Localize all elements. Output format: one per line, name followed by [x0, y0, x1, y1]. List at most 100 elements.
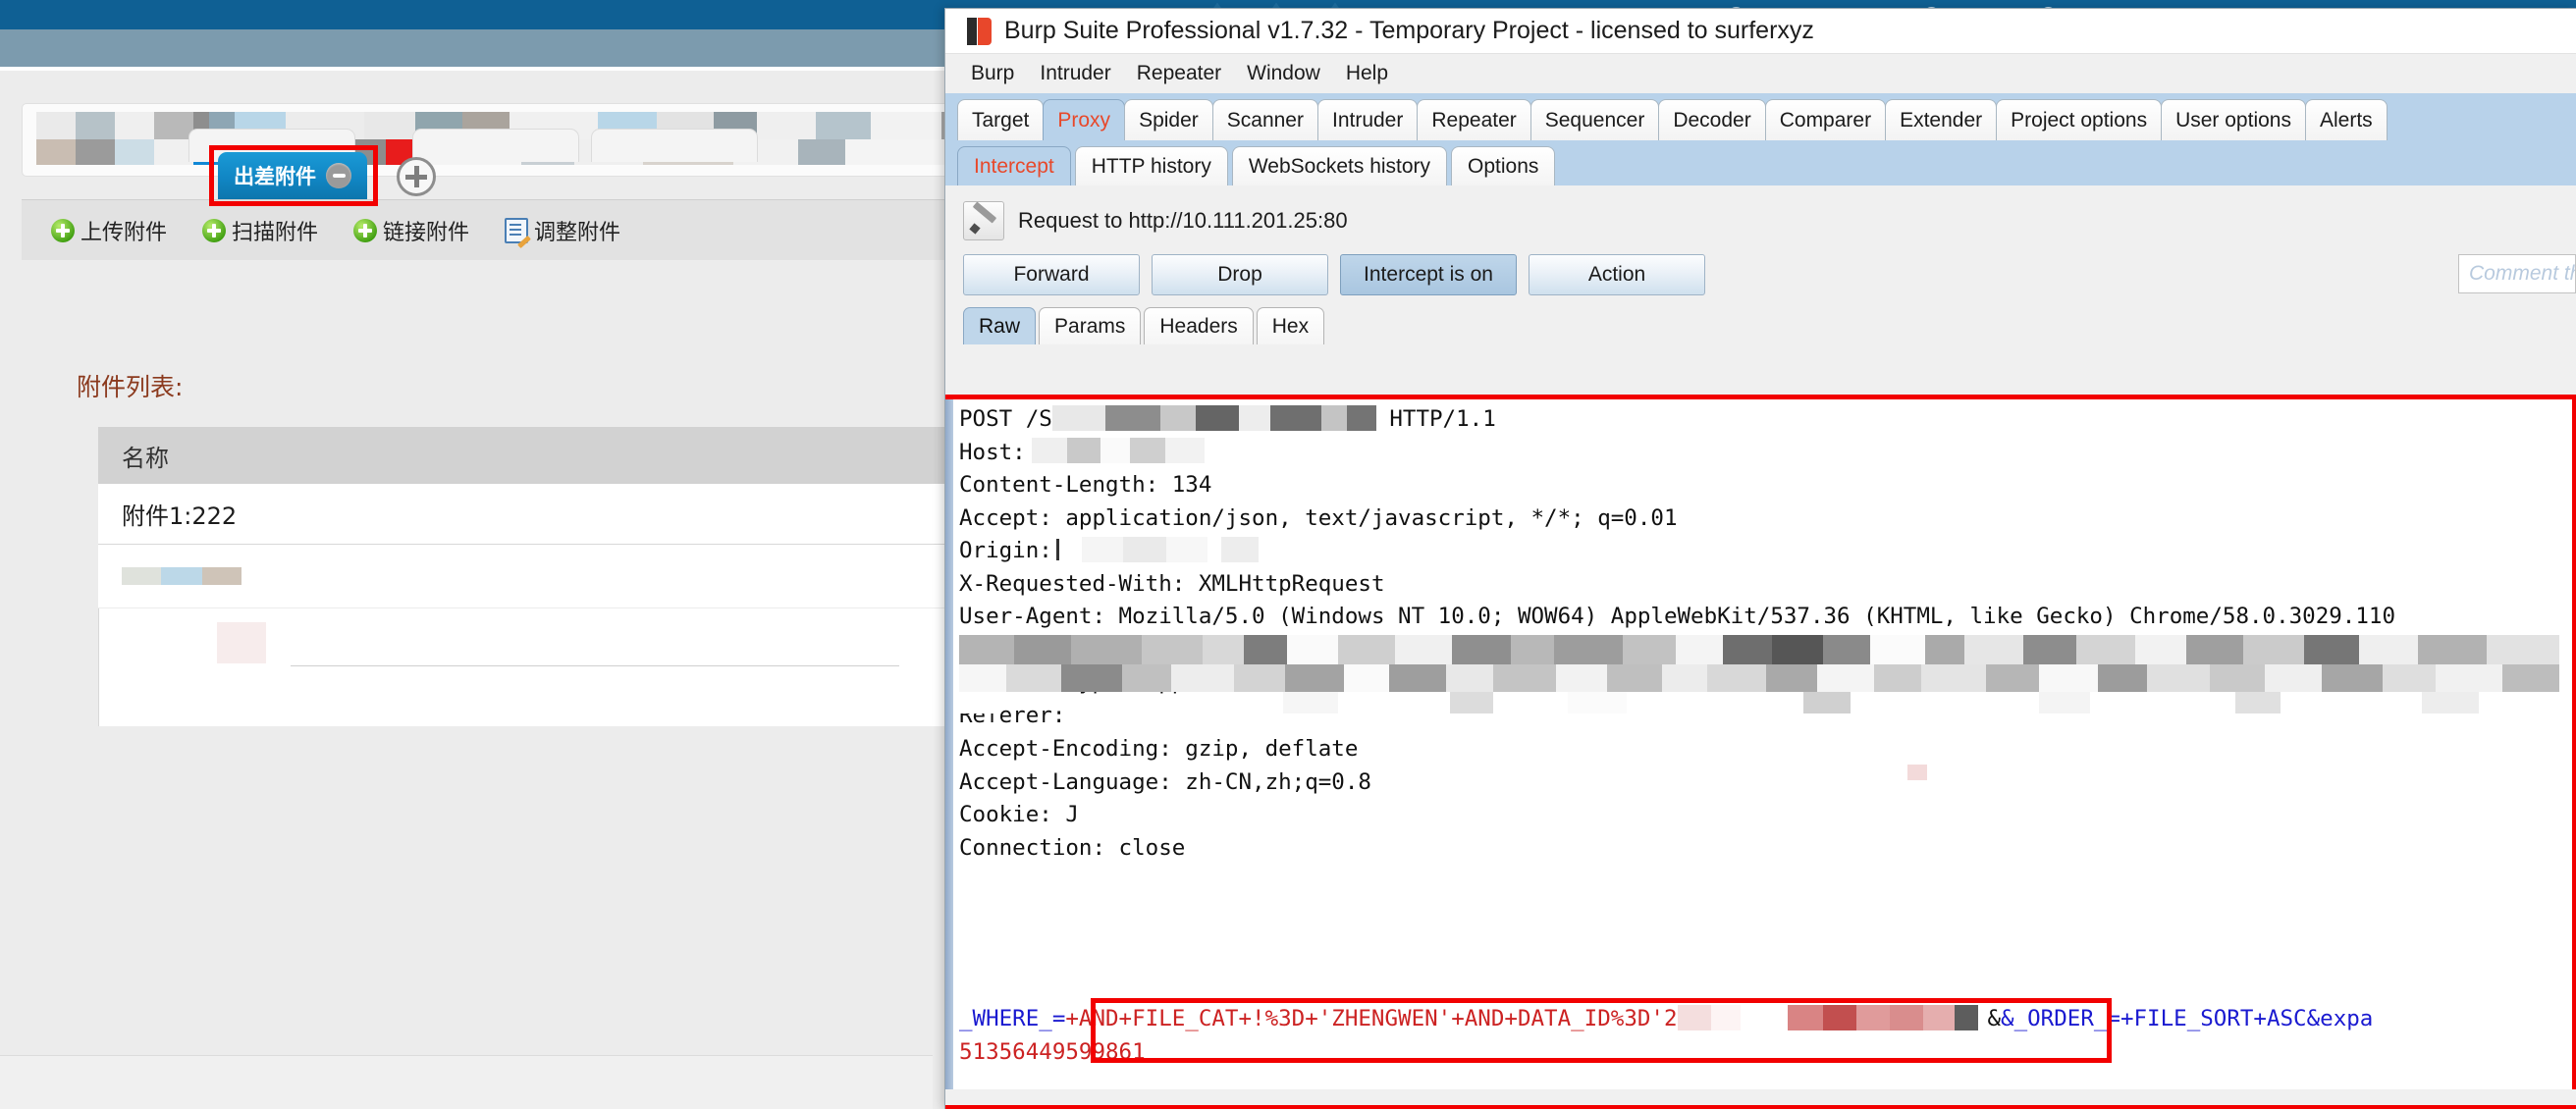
tab-hex[interactable]: Hex [1256, 307, 1325, 344]
action-button[interactable]: Action [1529, 254, 1705, 295]
menu-item-window[interactable]: Window [1247, 62, 1320, 85]
request-target-row: Request to http://10.111.201.25:80 [945, 193, 2576, 248]
header-value-accept-encoding: gzip, deflate [1171, 736, 1359, 762]
header-name-origin: Origin: [959, 538, 1052, 563]
comment-input[interactable]: Comment this item [2458, 254, 2576, 293]
burp-main-tabs[interactable]: Target Proxy Spider Scanner Intruder Rep… [945, 93, 2576, 140]
attachment-detail-panel [98, 608, 962, 726]
oa-action-adjust-attachment[interactable]: 调整附件 [505, 215, 620, 246]
window-title: Burp Suite Professional v1.7.32 - Tempor… [1004, 17, 1814, 44]
divider [291, 665, 899, 666]
oa-action-scan-attachment[interactable]: 扫描附件 [202, 215, 318, 246]
oa-action-link-attachment[interactable]: 链接附件 [353, 215, 469, 246]
header-value-cookie: J [1051, 802, 1079, 827]
header-name-x-requested-with: X-Requested-With: [959, 570, 1186, 597]
tab-project-options[interactable]: Project options [1996, 99, 2163, 140]
table-row-redacted [98, 545, 962, 607]
tab-sequencer[interactable]: Sequencer [1530, 99, 1660, 140]
tab-proxy[interactable]: Proxy [1043, 99, 1126, 140]
forward-button[interactable]: Forward [963, 254, 1140, 295]
redaction-block-referer [959, 635, 2559, 721]
header-name-accept-encoding: Accept-Encoding: [959, 736, 1172, 762]
burp-proxy-subtabs[interactable]: Intercept HTTP history WebSockets histor… [945, 140, 2576, 185]
tab-http-history[interactable]: HTTP history [1074, 146, 1228, 185]
header-value-x-requested-with: XMLHttpRequest [1185, 570, 1385, 597]
plus-circle-icon [202, 218, 227, 242]
burp-menu-bar[interactable]: Burp Intruder Repeater Window Help [945, 54, 2576, 93]
redaction-block [1026, 438, 1228, 463]
oa-tab-placeholder-3[interactable] [591, 129, 758, 162]
header-name-accept: Accept: [959, 504, 1052, 531]
editor-gutter [945, 399, 953, 1105]
tab-options[interactable]: Options [1451, 146, 1556, 185]
document-edit-icon [505, 217, 529, 243]
tab-repeater[interactable]: Repeater [1417, 99, 1531, 140]
burp-logo-icon [967, 17, 993, 45]
tab-comparer[interactable]: Comparer [1764, 99, 1887, 140]
pencil-icon[interactable] [963, 201, 1004, 240]
message-view-tabs[interactable]: Raw Params Headers Hex [945, 301, 2576, 344]
menu-item-intruder[interactable]: Intruder [1040, 62, 1110, 85]
oa-tab-placeholder-2[interactable] [412, 129, 579, 162]
oa-add-tab-button[interactable] [397, 157, 436, 196]
tab-target[interactable]: Target [957, 99, 1045, 140]
tab-params[interactable]: Params [1039, 307, 1142, 344]
tab-alerts[interactable]: Alerts [2304, 99, 2388, 140]
redaction-block [1907, 765, 1927, 780]
request-line-suffix: HTTP/1.1 [1375, 406, 1496, 432]
menu-item-repeater[interactable]: Repeater [1137, 62, 1221, 85]
attachment-table-header: 名称 [98, 427, 962, 484]
oa-action-label: 链接附件 [383, 220, 470, 245]
header-value-connection: close [1105, 834, 1186, 861]
header-name-accept-language: Accept-Language: [959, 768, 1172, 795]
intercept-button-row: Forward Drop Intercept is on Action Comm… [945, 248, 2576, 301]
redaction-block [217, 622, 266, 663]
annotation-box-sql-payload [1091, 998, 2112, 1063]
header-name-user-agent: User-Agent: [959, 604, 1106, 629]
plus-circle-icon [51, 218, 75, 242]
request-line-prefix: POST /S [959, 406, 1052, 432]
header-value-accept-language: zh-CN,zh;q=0.8 [1171, 768, 1371, 795]
annotation-box-active-tab [209, 145, 378, 206]
oa-footer-bar [0, 1055, 933, 1109]
oa-action-label: 扫描附件 [232, 220, 319, 245]
editor-horizontal-scrollbar[interactable] [945, 1089, 2576, 1105]
redaction-block [122, 567, 242, 585]
tab-extender[interactable]: Extender [1885, 99, 1998, 140]
header-name-connection: Connection: [959, 834, 1106, 861]
redaction-block [1051, 404, 1376, 431]
tab-headers[interactable]: Headers [1144, 307, 1254, 344]
redaction-block [1052, 536, 1278, 562]
table-row[interactable]: 附件1:222 [98, 484, 962, 545]
attachment-name-cell: 附件1:222 [122, 502, 238, 530]
header-name-host: Host: [959, 439, 1026, 465]
tab-scanner[interactable]: Scanner [1211, 99, 1318, 140]
tab-intruder[interactable]: Intruder [1316, 99, 1419, 140]
burp-suite-window: Burp Suite Professional v1.7.32 - Tempor… [944, 8, 2576, 1109]
tab-spider[interactable]: Spider [1124, 99, 1213, 140]
drop-button[interactable]: Drop [1152, 254, 1328, 295]
raw-request-editor[interactable]: POST /S HTTP/1.1 Host: Content-Length: 1… [945, 395, 2576, 1109]
attachment-table: 名称 附件1:222 [98, 427, 962, 607]
menu-item-help[interactable]: Help [1346, 62, 1388, 85]
header-name-cookie: Cookie: [959, 802, 1052, 827]
oa-action-upload-attachment[interactable]: 上传附件 [51, 215, 167, 246]
intercept-toggle-button[interactable]: Intercept is on [1340, 254, 1517, 295]
payload-param-name: _WHERE_= [959, 1006, 1066, 1031]
oa-action-label: 上传附件 [80, 220, 168, 245]
menu-item-burp[interactable]: Burp [971, 62, 1014, 85]
header-name-content-length: Content-Length: [959, 472, 1159, 498]
tab-user-options[interactable]: User options [2161, 99, 2306, 140]
tab-raw[interactable]: Raw [963, 307, 1037, 344]
tab-intercept[interactable]: Intercept [957, 146, 1071, 185]
oa-action-label: 调整附件 [534, 220, 621, 245]
tab-decoder[interactable]: Decoder [1658, 99, 1766, 140]
header-value-accept: application/json, text/javascript, */*; … [1051, 504, 1678, 531]
column-header-name: 名称 [122, 444, 169, 472]
request-target-label: Request to http://10.111.201.25:80 [1018, 208, 1348, 233]
header-value-content-length: 134 [1158, 472, 1212, 498]
tab-websockets-history[interactable]: WebSockets history [1231, 146, 1448, 185]
burp-title-bar: Burp Suite Professional v1.7.32 - Tempor… [945, 9, 2576, 54]
attachment-list-title: 附件列表: [77, 373, 184, 401]
raw-request-text-tail[interactable]: Accept-Encoding: gzip, deflate Accept-La… [959, 733, 1371, 865]
